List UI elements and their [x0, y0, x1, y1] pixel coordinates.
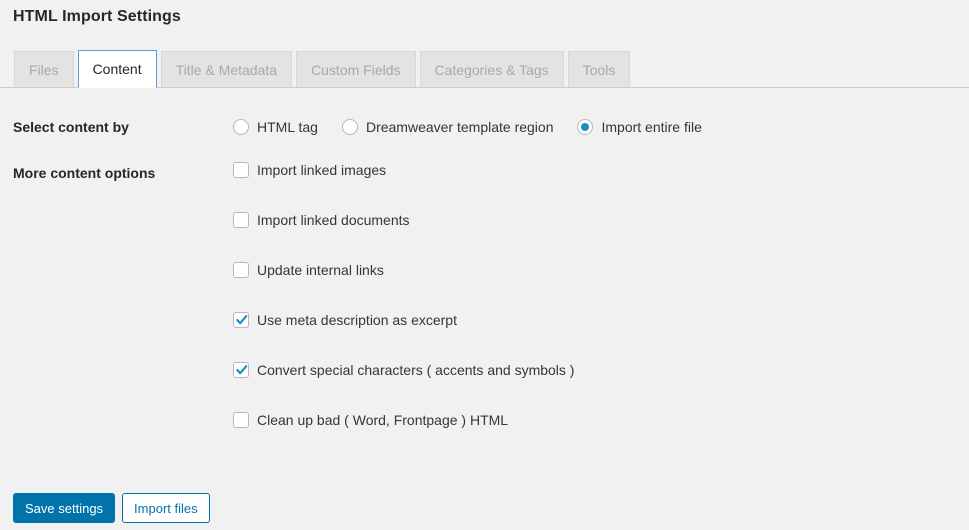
radio-label: HTML tag — [257, 118, 318, 135]
radio-icon[interactable] — [341, 118, 358, 135]
select-content-by-label: Select content by — [13, 119, 129, 135]
tab-strip: Files Content Title & Metadata Custom Fi… — [0, 50, 969, 88]
checkbox-label: Import linked documents — [257, 212, 410, 228]
import-files-button[interactable]: Import files — [122, 493, 210, 523]
checkbox-label: Import linked images — [257, 162, 387, 178]
tab-title-metadata[interactable]: Title & Metadata — [160, 51, 293, 87]
save-settings-button[interactable]: Save settings — [13, 493, 116, 523]
more-content-options-label: More content options — [13, 165, 156, 181]
radio-dreamweaver-template-region[interactable]: Dreamweaver template region — [341, 118, 554, 135]
checkbox-label: Convert special characters ( accents and… — [257, 362, 575, 378]
radio-label: Import entire file — [601, 118, 702, 135]
more-content-options-row: More content options Import linked image… — [0, 136, 969, 428]
checkbox-convert-special-characters[interactable]: Convert special characters ( accents and… — [233, 362, 969, 378]
tab-label: Tools — [582, 61, 616, 78]
checkbox-label: Use meta description as excerpt — [257, 312, 457, 328]
checkbox-import-linked-documents[interactable]: Import linked documents — [233, 212, 969, 228]
checkbox-use-meta-description-as-excerpt[interactable]: Use meta description as excerpt — [233, 312, 969, 328]
tab-categories-tags[interactable]: Categories & Tags — [419, 51, 564, 87]
checkbox-icon[interactable] — [233, 412, 249, 428]
radio-label: Dreamweaver template region — [365, 118, 554, 135]
tab-label: Custom Fields — [311, 61, 401, 78]
checkmark-icon[interactable] — [233, 312, 249, 328]
checkbox-icon[interactable] — [233, 262, 249, 278]
radio-import-entire-file[interactable]: Import entire file — [577, 118, 702, 135]
button-bar: Save settings Import files — [13, 493, 210, 523]
checkbox-label: Update internal links — [257, 262, 384, 278]
tab-label: Title & Metadata — [175, 61, 278, 78]
tab-tools[interactable]: Tools — [567, 51, 631, 87]
checkbox-icon[interactable] — [233, 212, 249, 228]
more-content-options-list: Import linked images Import linked docum… — [233, 162, 969, 428]
tab-label: Files — [29, 61, 59, 78]
radio-selected-icon[interactable] — [577, 118, 594, 135]
checkbox-import-linked-images[interactable]: Import linked images — [233, 162, 969, 178]
tab-custom-fields[interactable]: Custom Fields — [296, 51, 416, 87]
select-content-by-row: Select content by HTML tag Dreamweaver t… — [0, 88, 969, 136]
tab-label: Categories & Tags — [434, 61, 549, 78]
select-content-by-options: HTML tag Dreamweaver template region Imp… — [233, 118, 969, 135]
checkmark-icon[interactable] — [233, 362, 249, 378]
checkbox-icon[interactable] — [233, 162, 249, 178]
tab-label: Content — [92, 61, 142, 77]
tab-files[interactable]: Files — [14, 51, 74, 87]
radio-icon[interactable] — [233, 118, 249, 135]
checkbox-update-internal-links[interactable]: Update internal links — [233, 262, 969, 278]
tab-content[interactable]: Content — [77, 50, 157, 88]
radio-html-tag[interactable]: HTML tag — [233, 118, 318, 135]
settings-form: Select content by HTML tag Dreamweaver t… — [0, 88, 969, 428]
checkbox-clean-up-bad-html[interactable]: Clean up bad ( Word, Frontpage ) HTML — [233, 412, 969, 428]
page-title: HTML Import Settings — [13, 8, 181, 25]
checkbox-label: Clean up bad ( Word, Frontpage ) HTML — [257, 412, 509, 428]
